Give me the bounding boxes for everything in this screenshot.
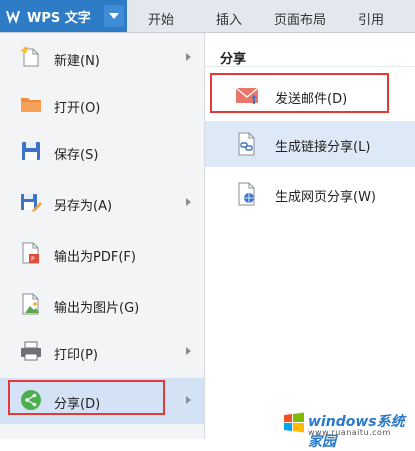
watermark: windows系统家园 www.ruanaitu.com <box>278 405 415 450</box>
tab-references[interactable]: 引用 <box>358 9 384 28</box>
svg-text:P: P <box>31 256 35 263</box>
submenu-arrow-icon <box>186 347 191 355</box>
menu-item-print[interactable]: 打印(P) <box>0 329 204 375</box>
menu-item-label: 输出为PDF(F) <box>54 250 136 265</box>
menu-item-label: 另存为(A) <box>54 199 113 214</box>
file-menu: 新建(N) 打开(O) 保存(S) 另存为(A) P 输出为PDF(F) 输出为… <box>0 33 205 439</box>
share-submenu: 分享 发送邮件(D) 生成链接分享(L) 生成网页分享(W) <box>205 33 415 439</box>
menu-item-label: 新建(N) <box>54 54 100 69</box>
wps-logo-icon <box>6 10 20 24</box>
save-as-icon <box>21 194 42 212</box>
submenu-arrow-icon <box>186 198 191 206</box>
ribbon-tab-bar: WPS 文字 开始 插入 页面布局 引用 <box>0 0 415 33</box>
tab-insert[interactable]: 插入 <box>216 9 242 28</box>
menu-item-export-pdf[interactable]: P 输出为PDF(F) <box>0 231 204 277</box>
save-icon <box>22 142 40 160</box>
printer-icon <box>21 341 41 361</box>
image-export-icon <box>22 293 39 315</box>
divider <box>205 66 415 67</box>
menu-item-label: 打开(O) <box>54 101 101 116</box>
menu-item-label: 保存(S) <box>54 148 99 163</box>
menu-item-open[interactable]: 打开(O) <box>0 82 204 128</box>
submenu-item-web-share[interactable]: 生成网页分享(W) <box>205 171 415 217</box>
pdf-icon: P <box>22 242 39 264</box>
app-menu-dropdown[interactable] <box>104 5 124 27</box>
windows-logo-icon <box>284 412 304 433</box>
menu-item-save[interactable]: 保存(S) <box>0 129 204 175</box>
submenu-title: 分享 <box>220 52 247 67</box>
menu-item-export-image[interactable]: 输出为图片(G) <box>0 282 204 328</box>
tab-home[interactable]: 开始 <box>148 9 174 28</box>
link-share-icon <box>238 132 255 156</box>
submenu-arrow-icon <box>186 53 191 61</box>
submenu-item-label: 生成网页分享(W) <box>275 190 376 205</box>
app-name: WPS 文字 <box>27 11 91 26</box>
menu-item-save-as[interactable]: 另存为(A) <box>0 180 204 226</box>
menu-item-label: 打印(P) <box>54 348 98 363</box>
menu-item-new[interactable]: 新建(N) <box>0 35 204 81</box>
watermark-url: www.ruanaitu.com <box>308 428 391 437</box>
app-menu-button[interactable]: WPS 文字 <box>0 0 127 32</box>
submenu-item-link-share[interactable]: 生成链接分享(L) <box>205 121 415 167</box>
highlight-box-share <box>8 380 165 415</box>
folder-icon <box>21 98 41 112</box>
submenu-arrow-icon <box>186 396 191 404</box>
tab-page-layout[interactable]: 页面布局 <box>274 9 326 28</box>
submenu-item-label: 生成链接分享(L) <box>275 140 371 155</box>
web-share-icon <box>238 182 255 206</box>
highlight-box-send-email <box>210 73 389 113</box>
chevron-down-icon <box>109 13 119 19</box>
new-doc-icon <box>20 46 39 67</box>
menu-item-label: 输出为图片(G) <box>54 301 140 316</box>
